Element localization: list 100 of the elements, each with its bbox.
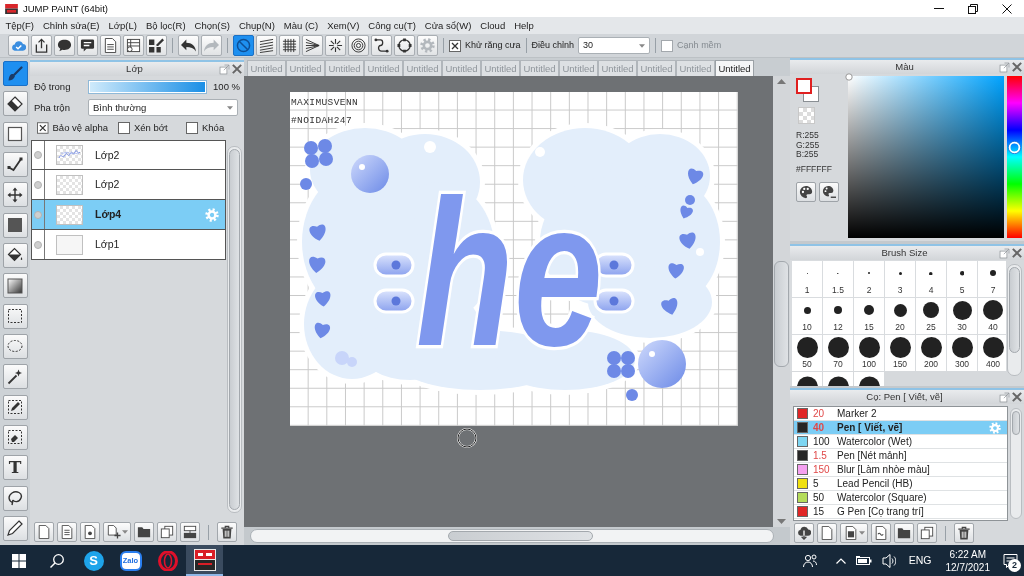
brush-size-option[interactable]: 30 <box>947 298 977 334</box>
scrollbar-thumb[interactable] <box>1012 411 1020 435</box>
close-icon[interactable] <box>1012 392 1022 402</box>
brush-size-option[interactable]: 3 <box>885 261 915 297</box>
menu-item[interactable]: Lớp(L) <box>104 17 142 34</box>
menu-item[interactable]: Bộ lọc(R) <box>141 17 191 34</box>
menu-item[interactable]: Cloud <box>475 17 510 34</box>
rectangle-tool-button[interactable] <box>2 121 28 147</box>
palette-minus-button[interactable] <box>819 182 839 202</box>
folder-button[interactable] <box>134 522 154 542</box>
brush-tool-button[interactable] <box>2 61 28 86</box>
brush-size-option[interactable]: 7 <box>978 261 1007 297</box>
page-dot-button[interactable] <box>80 522 100 542</box>
document-tab[interactable]: Untitled <box>715 60 754 76</box>
taskbar-app-button[interactable] <box>186 545 223 576</box>
scrollbar[interactable] <box>1007 264 1022 376</box>
brush-size-option[interactable]: 1.5 <box>823 261 853 297</box>
brush-row[interactable]: 40 Pen [ Viết, vẽ] <box>794 421 1007 435</box>
scrollbar[interactable] <box>773 76 790 527</box>
menu-item[interactable]: Cửa sổ(W) <box>420 17 476 34</box>
grid-edit-button[interactable] <box>146 35 167 56</box>
grid-button[interactable] <box>279 35 300 56</box>
menu-item[interactable]: Chọn(S) <box>190 17 235 34</box>
pen-selection-tool-button[interactable] <box>2 394 28 420</box>
menu-item[interactable]: Chỉnh sửa(E) <box>38 17 105 34</box>
close-icon[interactable] <box>1012 248 1022 258</box>
hue-slider[interactable] <box>1007 76 1022 238</box>
visibility-dot-icon[interactable] <box>34 210 42 219</box>
checkbox[interactable] <box>449 39 461 52</box>
brush-size-option[interactable]: 10 <box>792 298 822 334</box>
gradient-tool-button[interactable] <box>2 273 28 299</box>
message-button[interactable] <box>77 35 98 56</box>
clock-time[interactable]: 6:22 AM <box>949 547 987 561</box>
brush-size-option[interactable]: 100 <box>854 335 884 371</box>
layer-row[interactable]: Lớp4 <box>31 200 226 230</box>
brush-size-option[interactable]: 1 <box>792 261 822 297</box>
dashed-ellipse-tool-button[interactable] <box>2 333 28 359</box>
filled-page-button[interactable] <box>840 523 868 543</box>
paint-bucket-tool-button[interactable] <box>2 242 28 268</box>
concentric-circles-button[interactable] <box>348 35 369 56</box>
checkbox[interactable] <box>37 122 49 134</box>
trash-button[interactable] <box>954 523 974 543</box>
eraser-tool-button[interactable] <box>2 91 28 117</box>
scrollbar[interactable] <box>1010 408 1022 519</box>
menu-item[interactable]: Tệp(F) <box>1 17 39 34</box>
lasso-tool-button[interactable] <box>2 485 28 511</box>
hue-handle[interactable] <box>1008 140 1021 154</box>
visibility-dot-icon[interactable] <box>34 240 42 249</box>
layer-row[interactable]: Lớp2 <box>31 140 226 170</box>
blank-page-button[interactable] <box>817 523 837 543</box>
palette-button[interactable] <box>796 182 816 202</box>
menu-item[interactable]: Công cụ(T) <box>363 17 421 34</box>
brush-size-option[interactable]: 25 <box>916 298 946 334</box>
scrollbar[interactable] <box>250 529 774 543</box>
page-wave-button[interactable] <box>871 523 891 543</box>
visibility-dot-icon[interactable] <box>34 180 42 189</box>
text-tool-button[interactable]: T <box>2 455 28 481</box>
copy-button[interactable] <box>157 522 177 542</box>
dashed-rectangle-tool-button[interactable] <box>2 303 28 329</box>
share-button[interactable] <box>31 35 52 56</box>
transparent-swatch-icon[interactable] <box>798 107 815 124</box>
checkbox[interactable] <box>118 122 130 134</box>
adjust-dropdown[interactable]: 30 <box>578 37 651 54</box>
pen-tool-button[interactable] <box>2 515 28 541</box>
scrollbar-thumb[interactable] <box>1009 267 1020 353</box>
close-icon[interactable] <box>1012 62 1022 72</box>
scrollbar-thumb[interactable] <box>448 531 593 541</box>
document-button[interactable] <box>100 35 121 56</box>
brush-row[interactable]: 50 Watercolor (Square) <box>794 491 1007 505</box>
trash-button[interactable] <box>217 522 237 542</box>
brush-size-option[interactable]: 2 <box>854 261 884 297</box>
menu-item[interactable]: Màu (C) <box>279 17 323 34</box>
brush-row[interactable]: 1.5 Pen [Nét mảnh] <box>794 449 1007 463</box>
copy-button[interactable] <box>917 523 937 543</box>
undo-button[interactable] <box>178 35 199 56</box>
filled-square-tool-button[interactable] <box>2 212 28 238</box>
color-field[interactable] <box>848 76 1004 238</box>
notification-icon[interactable] <box>1002 553 1018 568</box>
converging-lines-button[interactable] <box>302 35 323 56</box>
layer-row[interactable]: Lớp1 <box>31 230 226 260</box>
speech-bubble-button[interactable] <box>54 35 75 56</box>
table-layout-button[interactable] <box>123 35 144 56</box>
clock-date[interactable]: 12/7/2021 <box>945 560 990 574</box>
brush-size-option[interactable]: 300 <box>947 335 977 371</box>
radial-lines-button[interactable] <box>325 35 346 56</box>
blend-dropdown[interactable]: Bình thường <box>88 99 238 116</box>
parallel-lines-button[interactable] <box>256 35 277 56</box>
brush-size-option[interactable]: 50 <box>792 335 822 371</box>
brush-size-option[interactable]: 150 <box>885 335 915 371</box>
brush-row[interactable]: 100 Watercolor (Wet) <box>794 435 1007 449</box>
cloud-check-button[interactable] <box>8 35 29 56</box>
eraser-selection-tool-button[interactable] <box>2 424 28 450</box>
checkbox[interactable] <box>186 122 198 134</box>
layer-row[interactable]: Lớp2 <box>31 170 226 200</box>
brush-row[interactable]: 150 Blur [Làm nhòe màu] <box>794 463 1007 477</box>
brush-row[interactable]: 15 G Pen [Cọ trang trí] <box>794 505 1007 519</box>
scrollbar-thumb[interactable] <box>774 261 789 367</box>
ellipse-handles-button[interactable] <box>394 35 415 56</box>
move-tool-button[interactable] <box>2 182 28 208</box>
magic-wand-tool-button[interactable] <box>2 364 28 390</box>
